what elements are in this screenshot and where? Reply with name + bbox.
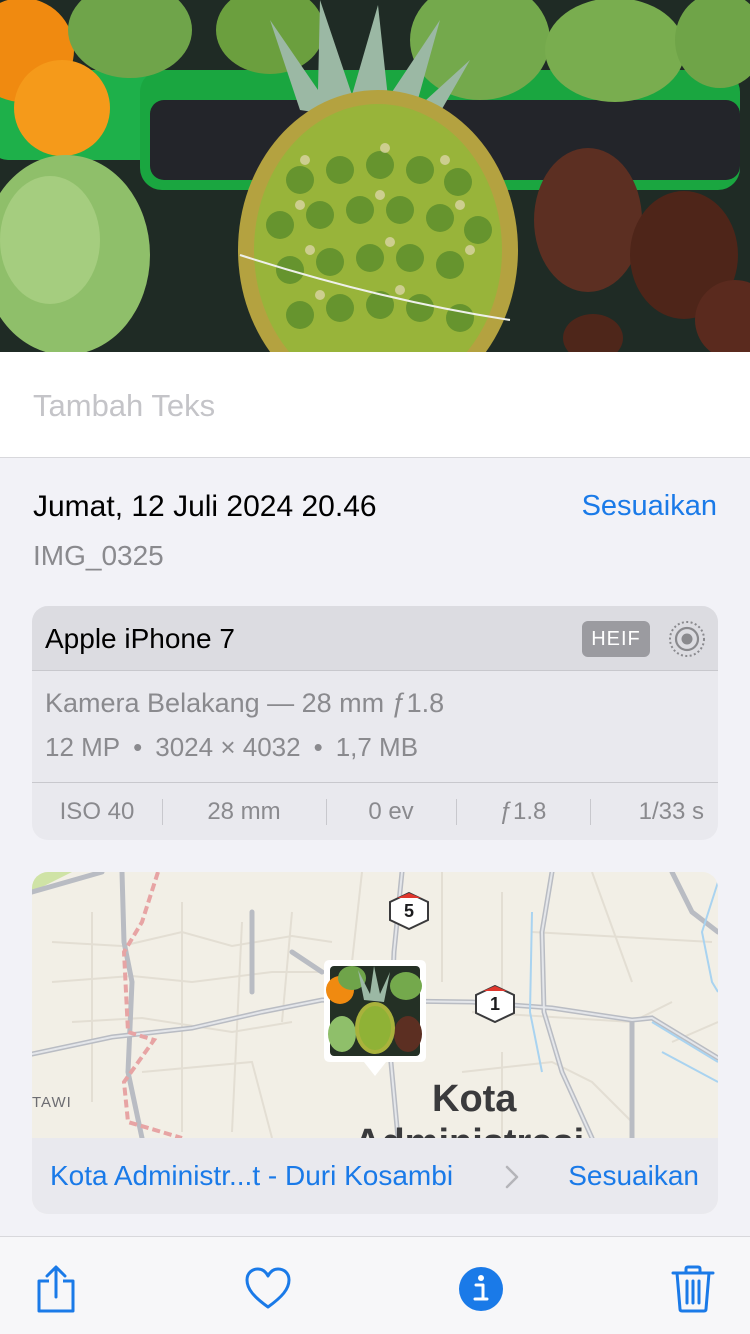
chevron-right-icon <box>505 1165 519 1189</box>
photo-image <box>0 0 750 352</box>
caption-placeholder[interactable]: Tambah Teks <box>33 388 215 424</box>
exif-exposure-value: 0 ev <box>368 798 414 825</box>
photo-location-pin[interactable] <box>324 960 426 1078</box>
device-name: Apple iPhone 7 <box>45 623 235 654</box>
bottom-toolbar <box>0 1236 750 1334</box>
spec-filesize: 1,7 MB <box>335 732 419 762</box>
map-area-label: TAWI <box>32 1094 72 1111</box>
photo[interactable] <box>0 0 750 352</box>
photo-filename: IMG_0325 <box>33 540 164 571</box>
exif-card: Apple iPhone 7 HEIF Kamera Belakang — 28… <box>32 606 718 840</box>
exif-iso: ISO 40 <box>59 798 135 825</box>
info-icon[interactable] <box>458 1265 504 1313</box>
exif-header: Apple iPhone 7 HEIF <box>32 606 718 671</box>
map-area-label: Kota <box>432 1078 517 1120</box>
route-shield-5: 5 <box>388 891 430 931</box>
location-bar[interactable]: Kota Administr...t - Duri Kosambi Sesuai… <box>32 1138 718 1214</box>
route-shield-1: 1 <box>474 984 516 1024</box>
route-shield-number: 1 <box>489 994 500 1014</box>
location-name-link[interactable]: Kota Administr...t - Duri Kosambi <box>50 1160 453 1192</box>
exif-shutter-speed: 1/33 s <box>638 798 704 825</box>
exif-values-row: ISO 40 28 mm 0 ev ƒ1.8 1/33 s <box>32 782 718 840</box>
adjust-location-button[interactable]: Sesuaikan <box>568 1160 699 1192</box>
heart-icon[interactable] <box>244 1265 292 1313</box>
live-photo-icon <box>669 621 705 657</box>
spec-megapixels: 12 MP <box>45 732 121 762</box>
lens-info: Kamera Belakang — 28 mm ƒ1.8 <box>45 688 445 718</box>
route-shield-number: 5 <box>403 901 414 921</box>
share-icon[interactable] <box>33 1265 79 1313</box>
spec-info: 12 MP • 3024 × 4032 • 1,7 MB <box>45 732 419 762</box>
caption-field[interactable]: Tambah Teks <box>0 352 750 458</box>
photo-date: Jumat, 12 Juli 2024 20.46 <box>33 490 377 523</box>
exif-aperture: ƒ1.8 <box>499 798 547 825</box>
spec-resolution: 3024 × 4032 <box>155 732 301 762</box>
adjust-date-button[interactable]: Sesuaikan <box>582 490 717 523</box>
trash-icon[interactable] <box>671 1265 715 1313</box>
map-card[interactable]: TAWI Kota Administrasi 5 1 Kota Administ… <box>32 872 718 1214</box>
exif-focal-length: 28 mm <box>207 798 281 825</box>
format-badge: HEIF <box>582 621 650 657</box>
